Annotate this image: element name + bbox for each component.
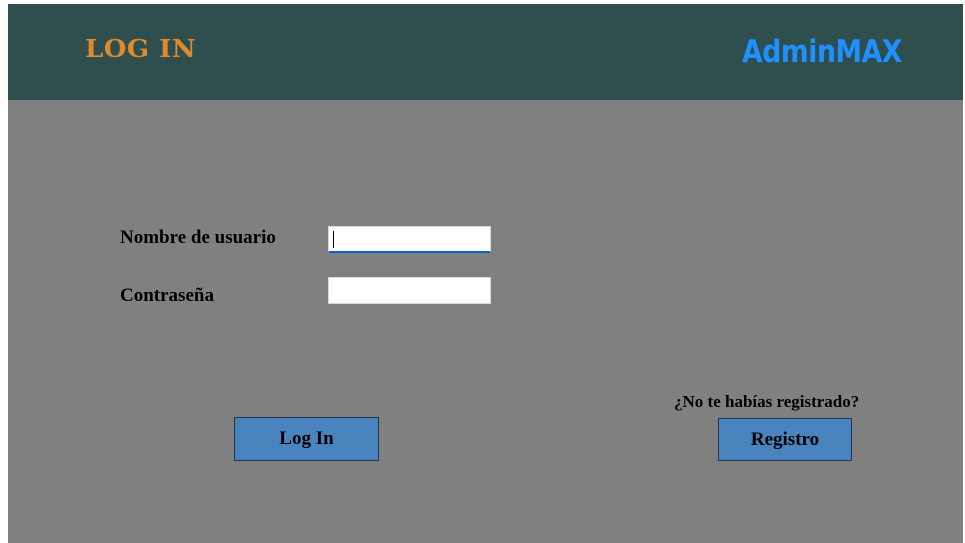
password-input[interactable] <box>328 277 491 304</box>
brand-logo: AdminMAX <box>742 34 902 70</box>
login-button[interactable]: Log In <box>234 417 379 461</box>
header-bar: LOG IN AdminMAX <box>8 4 963 100</box>
text-caret <box>333 231 334 248</box>
register-button[interactable]: Registro <box>718 418 852 461</box>
password-label: Contraseña <box>120 285 214 306</box>
register-hint: ¿No te habías registrado? <box>674 392 860 411</box>
login-window: LOG IN AdminMAX Nombre de usuario Contra… <box>8 4 963 543</box>
page-title: LOG IN <box>85 34 197 64</box>
username-label: Nombre de usuario <box>120 227 276 248</box>
username-input[interactable] <box>328 226 491 253</box>
